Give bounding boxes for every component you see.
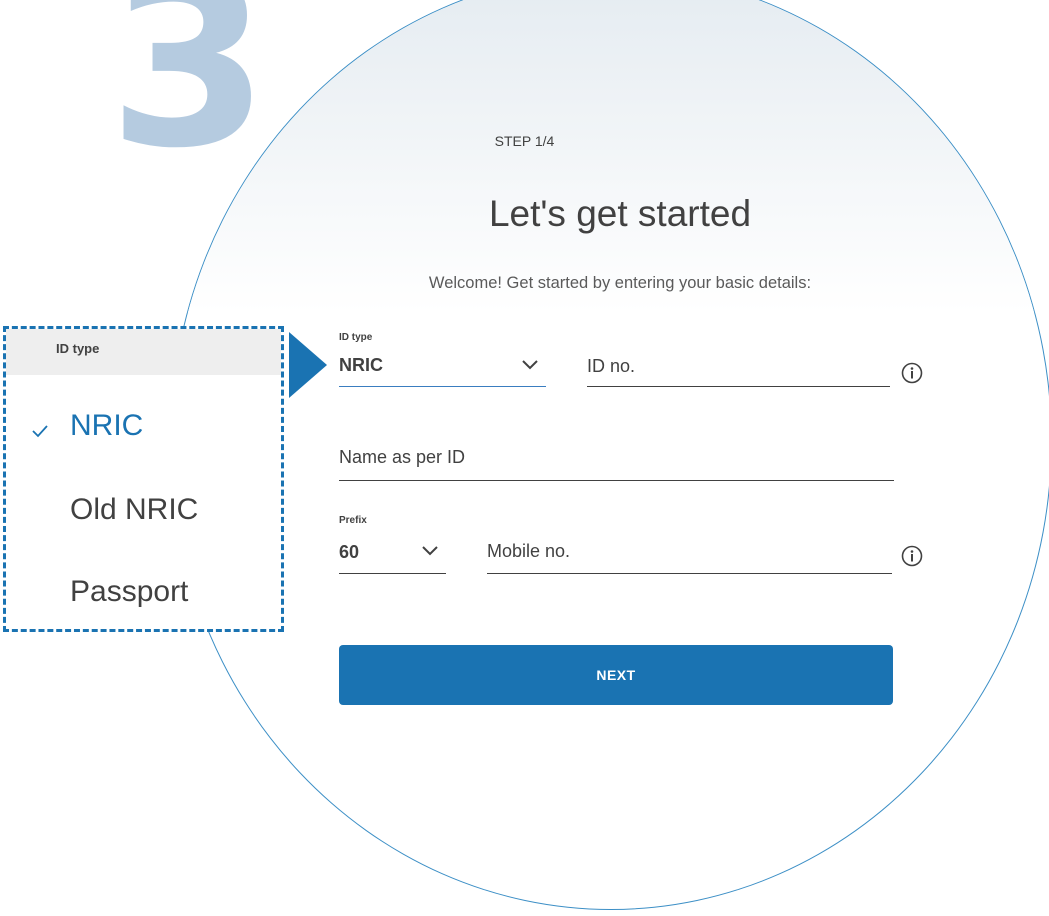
id-type-underline [339, 385, 546, 387]
prefix-select[interactable]: Prefix 60 [339, 515, 446, 574]
id-type-value: NRIC [339, 355, 383, 375]
prefix-label: Prefix [339, 515, 367, 526]
circle-background [171, 0, 1049, 313]
prefix-value: 60 [339, 542, 360, 562]
mobile-underline [487, 573, 892, 574]
dropdown-header: ID type [6, 329, 281, 375]
step-indicator: STEP 1/4 [494, 133, 555, 149]
chevron-down-icon [522, 360, 538, 370]
chevron-down-icon [422, 546, 438, 556]
dropdown-option-old-nric[interactable]: Old NRIC [70, 493, 198, 527]
dropdown-option-nric[interactable]: NRIC [70, 409, 143, 443]
id-type-dropdown: ID type NRIC Old NRIC Passport [3, 326, 284, 632]
id-no-field[interactable]: ID no. [587, 352, 890, 387]
page-subtitle: Welcome! Get started by entering your ba… [428, 274, 812, 292]
next-button[interactable]: NEXT [339, 645, 893, 705]
callout-arrow [289, 332, 327, 398]
info-icon[interactable] [901, 362, 923, 384]
id-type-label: ID type [339, 332, 373, 343]
prefix-underline [339, 573, 446, 574]
check-icon [32, 425, 48, 438]
id-no-placeholder: ID no. [587, 356, 636, 376]
name-placeholder: Name as per ID [339, 447, 466, 467]
dropdown-option-passport[interactable]: Passport [70, 575, 188, 609]
id-type-select[interactable]: ID type NRIC [339, 332, 546, 387]
mobile-field[interactable]: Mobile no. [487, 538, 892, 574]
mobile-placeholder: Mobile no. [487, 541, 571, 561]
id-no-underline [587, 386, 890, 387]
name-underline [339, 480, 894, 481]
page-title: Let's get started [488, 193, 752, 234]
name-field[interactable]: Name as per ID [339, 444, 894, 481]
info-icon[interactable] [901, 545, 923, 567]
dropdown-header-label: ID type [56, 341, 100, 356]
